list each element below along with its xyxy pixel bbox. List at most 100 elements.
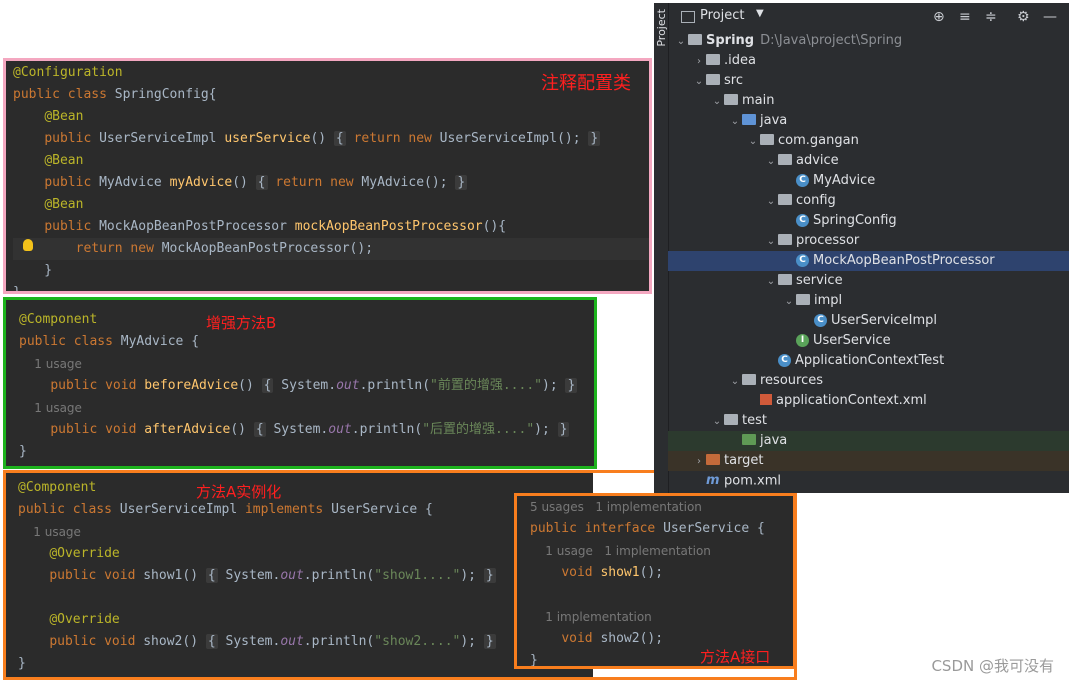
tree-item[interactable]: ⌄ advice bbox=[668, 151, 1069, 171]
tree-item[interactable]: ⌄ config bbox=[668, 191, 1069, 211]
chevron-right-icon[interactable]: › bbox=[692, 52, 706, 72]
chevron-down-icon[interactable]: ⌄ bbox=[746, 132, 760, 152]
code-line[interactable]: public MockAopBeanPostProcessor mockAopB… bbox=[13, 216, 649, 238]
code-line[interactable]: public void show1() { System.out.println… bbox=[18, 565, 593, 587]
chevron-down-icon[interactable]: ⌄ bbox=[710, 92, 724, 112]
tree-item[interactable]: java bbox=[668, 431, 1069, 451]
tree-item[interactable]: ⌄ src bbox=[668, 71, 1069, 91]
tree-item[interactable]: ⌄ main bbox=[668, 91, 1069, 111]
tree-item[interactable]: › .idea bbox=[668, 51, 1069, 71]
code-line[interactable]: @Bean bbox=[13, 150, 649, 172]
code-line[interactable]: void show1(); bbox=[530, 562, 793, 584]
collapse-all-icon[interactable]: ≑ bbox=[985, 9, 997, 25]
code-token: System. bbox=[217, 634, 281, 649]
project-title[interactable]: Project bbox=[700, 8, 744, 23]
chevron-down-icon[interactable]: ⌄ bbox=[710, 412, 724, 432]
tree-item-label: MockAopBeanPostProcessor bbox=[813, 253, 995, 268]
code-line[interactable]: public class UserServiceImpl implements … bbox=[18, 499, 593, 521]
expand-all-icon[interactable]: ≡ bbox=[959, 9, 971, 25]
code-token: } bbox=[565, 378, 578, 393]
tree-item[interactable]: C ApplicationContextTest bbox=[668, 351, 1069, 371]
tree-item[interactable]: ⌄ resources bbox=[668, 371, 1069, 391]
tree-item[interactable]: C MockAopBeanPostProcessor bbox=[668, 251, 1069, 271]
code-line[interactable]: @Component bbox=[18, 477, 593, 499]
tree-item[interactable]: ⌄ impl bbox=[668, 291, 1069, 311]
folder-icon bbox=[724, 414, 738, 425]
chevron-down-icon[interactable]: ⌄ bbox=[692, 72, 706, 92]
tree-item[interactable]: applicationContext.xml bbox=[668, 391, 1069, 411]
editor-panel-advice: @Component public class MyAdvice { 1 usag… bbox=[3, 297, 597, 469]
chevron-down-icon[interactable]: ⌄ bbox=[782, 292, 796, 312]
tree-item-label: UserServiceImpl bbox=[831, 313, 938, 328]
tree-root[interactable]: ⌄ Spring D:\Java\project\Spring bbox=[668, 31, 1069, 51]
code-line[interactable]: } bbox=[19, 441, 594, 463]
chevron-down-icon[interactable]: ⌄ bbox=[764, 232, 778, 252]
tree-item[interactable]: C SpringConfig bbox=[668, 211, 1069, 231]
code-line[interactable]: public void show2() { System.out.println… bbox=[18, 631, 593, 653]
code-line[interactable]: public void beforeAdvice() { System.out.… bbox=[19, 375, 594, 397]
tree-item[interactable]: › target bbox=[668, 451, 1069, 471]
code-line[interactable]: 1 usage 1 implementation bbox=[530, 540, 793, 562]
code-token: UserServiceImpl bbox=[99, 131, 225, 146]
code-line[interactable]: public MyAdvice myAdvice() { return new … bbox=[13, 172, 649, 194]
code-line[interactable] bbox=[18, 587, 593, 609]
code-line[interactable]: @Override bbox=[18, 609, 593, 631]
chevron-down-icon[interactable]: ⌄ bbox=[728, 372, 742, 392]
tree-item-label: pom.xml bbox=[724, 473, 781, 489]
code-line[interactable]: } bbox=[13, 282, 649, 291]
lightbulb-icon[interactable] bbox=[23, 239, 33, 251]
code-line[interactable]: 1 usage bbox=[19, 397, 594, 419]
chevron-down-icon[interactable]: ⌄ bbox=[728, 112, 742, 132]
tree-item[interactable]: I UserService bbox=[668, 331, 1069, 351]
chevron-right-icon[interactable]: › bbox=[692, 452, 706, 472]
chevron-down-icon: ⌄ bbox=[676, 36, 686, 47]
tree-item[interactable]: ⌄ service bbox=[668, 271, 1069, 291]
code-line[interactable]: 5 usages 1 implementation bbox=[530, 496, 793, 518]
code-area[interactable]: @Component public class UserServiceImpl i… bbox=[18, 477, 593, 675]
code-token: () bbox=[310, 131, 334, 146]
code-line[interactable]: @Bean bbox=[13, 106, 649, 128]
chevron-down-icon[interactable]: ⌄ bbox=[764, 152, 778, 172]
tree-item[interactable]: ⌄ test bbox=[668, 411, 1069, 431]
chevron-down-icon[interactable]: ▼ bbox=[756, 8, 764, 19]
code-token: @Configuration bbox=[13, 65, 123, 80]
class-icon: C bbox=[778, 354, 791, 367]
code-area[interactable]: @Configuration public class SpringConfig{… bbox=[13, 62, 649, 291]
code-line[interactable]: 1 usage bbox=[18, 521, 593, 543]
code-token: (){ bbox=[482, 219, 507, 234]
code-line[interactable]: 1 usage bbox=[19, 353, 594, 375]
code-token: afterAdvice bbox=[144, 422, 231, 437]
chevron-down-icon[interactable]: ⌄ bbox=[764, 272, 778, 292]
tree-item[interactable]: ⌄ java bbox=[668, 111, 1069, 131]
tree-item[interactable]: C UserServiceImpl bbox=[668, 311, 1069, 331]
code-area[interactable]: @Component public class MyAdvice { 1 usag… bbox=[19, 309, 594, 463]
code-line[interactable]: @Bean bbox=[13, 194, 649, 216]
project-stripe[interactable]: Project bbox=[654, 3, 669, 493]
tree-item[interactable]: ⌄ com.gangan bbox=[668, 131, 1069, 151]
code-line[interactable]: return new MockAopBeanPostProcessor(); bbox=[13, 238, 649, 260]
locate-icon[interactable]: ⊕ bbox=[933, 9, 945, 25]
code-area[interactable]: 5 usages 1 implementation public interfac… bbox=[530, 496, 793, 666]
code-line[interactable]: public interface UserService { bbox=[530, 518, 793, 540]
code-token: { bbox=[333, 131, 346, 146]
code-line[interactable]: } bbox=[13, 260, 649, 282]
gear-icon[interactable]: ⚙ bbox=[1017, 9, 1030, 25]
code-line[interactable]: public void afterAdvice() { System.out.p… bbox=[19, 419, 594, 441]
chevron-down-icon[interactable]: ⌄ bbox=[764, 192, 778, 212]
code-line[interactable]: public class MyAdvice { bbox=[19, 331, 594, 353]
minimize-icon[interactable]: — bbox=[1043, 9, 1057, 25]
tree-item[interactable]: ⌄ processor bbox=[668, 231, 1069, 251]
code-token: show1() bbox=[143, 568, 206, 583]
tree-item[interactable]: m pom.xml bbox=[668, 471, 1069, 491]
code-line[interactable]: 1 implementation bbox=[530, 606, 793, 628]
code-token: () bbox=[232, 175, 256, 190]
tree-item-label: src bbox=[724, 73, 743, 88]
code-line[interactable]: } bbox=[18, 653, 593, 675]
tree-item[interactable]: C MyAdvice bbox=[668, 171, 1069, 191]
code-line[interactable] bbox=[530, 584, 793, 606]
code-line[interactable]: public UserServiceImpl userService() { r… bbox=[13, 128, 649, 150]
folder-icon bbox=[778, 234, 792, 245]
code-line[interactable]: @Override bbox=[18, 543, 593, 565]
code-line[interactable]: @Component bbox=[19, 309, 594, 331]
